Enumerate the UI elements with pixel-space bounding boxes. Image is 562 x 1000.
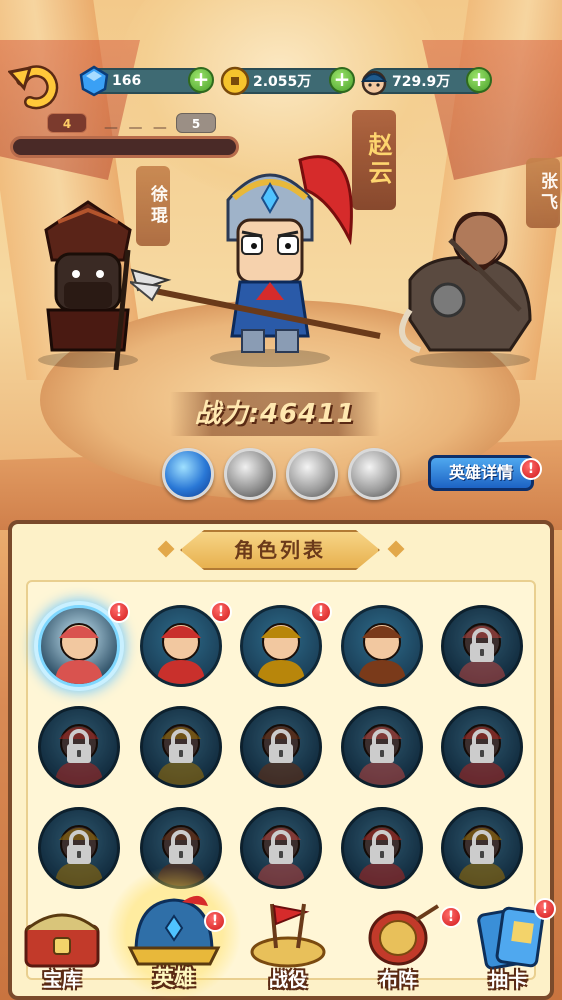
soldier-value: 729.9万 [392,74,451,90]
add-coin-button[interactable]: + [329,67,355,93]
hero-slot-7[interactable] [140,706,222,788]
lock-icon [470,830,494,864]
nav-campaign[interactable]: 战役 [236,900,340,1000]
hero-portrait [157,623,205,684]
lock-icon [67,830,91,864]
hero-slot-3-alert-badge: ! [310,601,332,623]
coin-counter: 2.055万 + [220,66,355,96]
back-arrow-icon [7,65,59,110]
hero-portrait [257,623,305,684]
nav-formation-label: 布阵 [378,969,417,991]
hero-slot-2[interactable] [140,605,222,687]
hero-right-figure[interactable] [390,200,560,370]
add-gem-button[interactable]: + [188,67,214,93]
shield-skill-icon[interactable] [286,448,338,500]
hero-portrait [358,623,406,684]
lock-icon [470,628,494,662]
battle-flag-icon [250,903,326,968]
coin-icon [220,66,250,96]
hero-slot-6[interactable] [38,706,120,788]
bottom-navigation: 宝库 英雄 战役 布阵 抽卡 [0,895,562,1000]
lock-icon [269,830,293,864]
gem-icon [79,65,109,97]
current-level: 4 [47,113,87,133]
hero-center-figure[interactable] [130,140,390,370]
nav-formation[interactable]: 布阵 [346,900,450,1000]
lock-icon [470,729,494,763]
lock-icon [169,830,193,864]
combat-power: 战力:46411 [170,392,380,436]
combat-power-label: 战力: [194,399,260,429]
gem-value: 166 [112,73,142,89]
roster-title: 角色列表 [180,530,380,570]
hero-details-button[interactable]: 英雄详情 [428,455,534,491]
lock-icon [67,729,91,763]
lock-icon [370,729,394,763]
hero-slot-15[interactable] [441,807,523,889]
combat-power-value: 46411 [259,399,356,429]
whirlwind-skill-icon[interactable] [224,448,276,500]
hero-slot-1-alert-badge: ! [108,601,130,623]
soldier-icon [360,70,388,96]
next-level: 5 [176,113,216,133]
nav-heroes-label: 英雄 [153,966,195,990]
hero-portrait [55,623,103,684]
hero-slot-5[interactable] [441,605,523,687]
nav-draw-cards-badge: ! [534,898,556,920]
heal-skill-icon[interactable] [348,448,400,500]
coin-value: 2.055万 [253,74,312,90]
add-soldier-button[interactable]: + [466,67,492,93]
hero-slot-8[interactable] [240,706,322,788]
lock-icon [269,729,293,763]
nav-formation-badge: ! [440,906,462,928]
lock-icon [169,729,193,763]
soldier-counter: 729.9万 + [360,67,492,96]
hero-slot-9[interactable] [341,706,423,788]
back-button[interactable] [7,58,62,112]
war-drum-icon [368,904,440,966]
treasure-chest-icon [24,913,100,968]
hero-slot-13[interactable] [240,807,322,889]
hero-slot-4[interactable] [341,605,423,687]
lock-icon [370,830,394,864]
level-dots: — — — [104,120,170,136]
nav-draw-cards-label: 抽卡 [488,969,527,991]
nav-heroes-badge: ! [204,910,226,932]
nav-treasury-label: 宝库 [42,969,81,991]
hero-slot-14[interactable] [341,807,423,889]
nav-treasury[interactable]: 宝库 [10,900,114,1000]
gem-counter: 166 + [79,65,214,97]
lightning-skill-icon[interactable] [162,448,214,500]
hero-slot-10[interactable] [441,706,523,788]
hero-slot-2-alert-badge: ! [210,601,232,623]
details-alert-badge: ! [520,458,542,480]
hero-slot-1[interactable] [38,605,120,687]
nav-campaign-label: 战役 [268,969,307,991]
hero-slot-3[interactable] [240,605,322,687]
